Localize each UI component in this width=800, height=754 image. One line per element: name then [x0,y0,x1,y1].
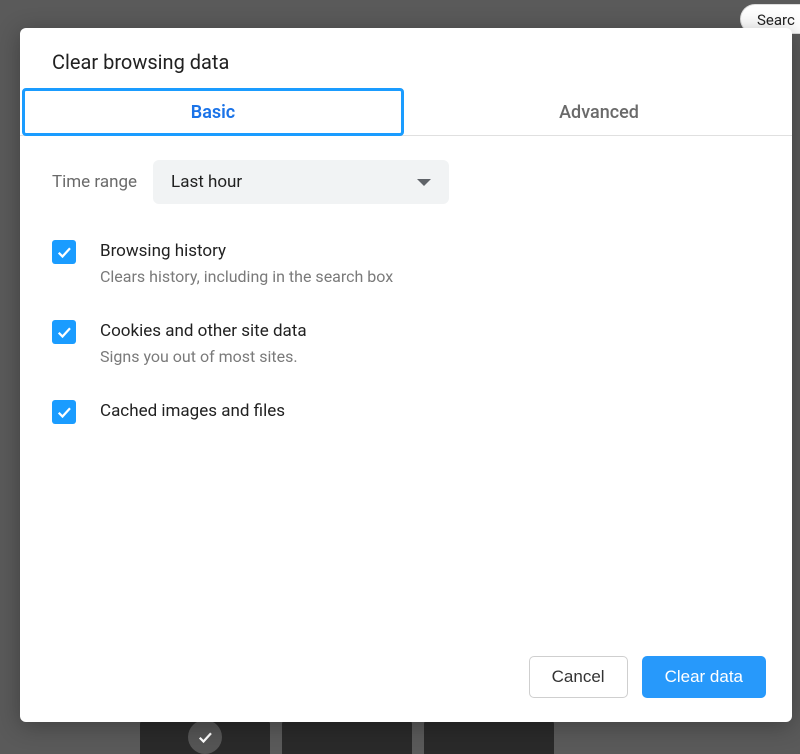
option-text: Cookies and other site data Signs you ou… [100,320,307,368]
background-thumbnail [140,720,270,754]
tab-basic[interactable]: Basic [20,88,406,135]
background-thumbnails [140,720,554,754]
cancel-button[interactable]: Cancel [529,656,628,698]
time-range-row: Time range Last hour [52,160,760,204]
checkmark-icon [188,720,222,754]
option-title: Cached images and files [100,400,285,424]
dialog-content: Time range Last hour Browsing history Cl… [20,136,792,640]
time-range-select[interactable]: Last hour [153,160,449,204]
clear-browsing-data-dialog: Clear browsing data Basic Advanced Time … [20,28,792,722]
option-cached: Cached images and files [52,400,760,424]
time-range-label: Time range [52,172,137,192]
option-text: Cached images and files [100,400,285,424]
option-desc: Signs you out of most sites. [100,346,307,368]
option-title: Browsing history [100,240,393,264]
option-cookies: Cookies and other site data Signs you ou… [52,320,760,368]
dialog-footer: Cancel Clear data [20,640,792,722]
tabs: Basic Advanced [20,88,792,136]
option-desc: Clears history, including in the search … [100,266,393,288]
option-text: Browsing history Clears history, includi… [100,240,393,288]
clear-data-button[interactable]: Clear data [642,656,766,698]
check-icon [55,243,73,261]
chevron-down-icon [417,179,431,186]
tab-basic-label: Basic [191,102,235,123]
time-range-selected-value: Last hour [171,172,242,192]
tab-advanced[interactable]: Advanced [406,88,792,135]
background-thumbnail [424,720,554,754]
checkbox-browsing-history[interactable] [52,240,76,264]
checkbox-cookies[interactable] [52,320,76,344]
tab-advanced-label: Advanced [559,102,639,123]
dialog-title: Clear browsing data [20,28,792,88]
option-browsing-history: Browsing history Clears history, includi… [52,240,760,288]
background-thumbnail [282,720,412,754]
check-icon [55,323,73,341]
option-title: Cookies and other site data [100,320,307,344]
background-search-label: Searc [757,11,795,29]
checkbox-cached[interactable] [52,400,76,424]
check-icon [55,403,73,421]
